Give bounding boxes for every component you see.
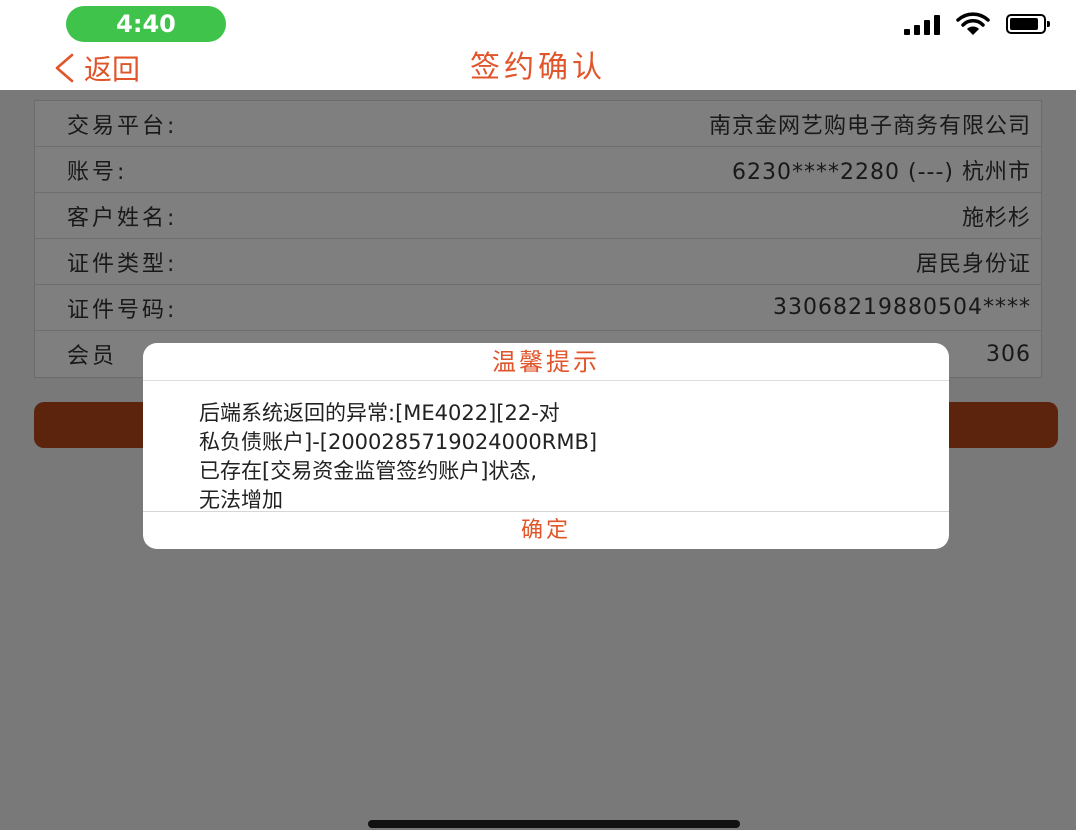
alert-message: 后端系统返回的异常:[ME4022][22-对 私负债账户]-[20002857… bbox=[199, 401, 598, 512]
ok-button[interactable]: 确定 bbox=[143, 512, 949, 549]
status-icons bbox=[904, 10, 1050, 38]
battery-icon bbox=[1006, 14, 1050, 34]
page-title: 签约确认 bbox=[470, 50, 606, 85]
nav-bar: 返回 签约确认 bbox=[0, 44, 1076, 90]
alert-title: 温馨提示 bbox=[143, 343, 949, 381]
alert-dialog: 温馨提示 后端系统返回的异常:[ME4022][22-对 私负债账户]-[200… bbox=[143, 343, 949, 549]
home-indicator[interactable] bbox=[368, 820, 740, 828]
status-time: 4:40 bbox=[66, 6, 226, 42]
signal-bars-icon bbox=[904, 13, 940, 35]
wifi-icon bbox=[956, 12, 990, 35]
status-bar: 4:40 bbox=[0, 0, 1076, 44]
